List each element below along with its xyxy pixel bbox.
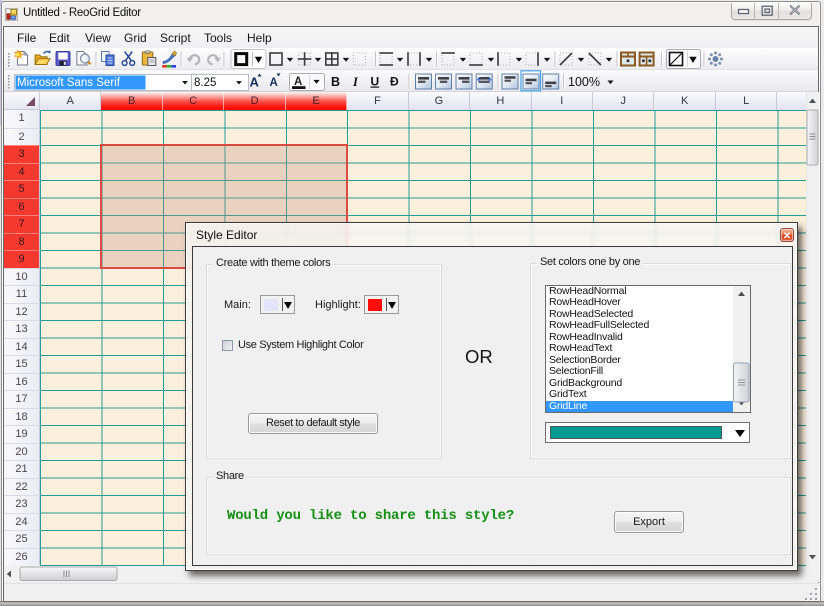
svg-text:A: A — [270, 77, 278, 89]
svg-text:Đ: Đ — [390, 75, 399, 89]
svg-text:A: A — [294, 76, 302, 88]
svg-text:100%: 100% — [568, 75, 600, 89]
svg-text:I: I — [352, 75, 359, 89]
svg-text:B: B — [331, 75, 340, 89]
svg-text:A: A — [250, 75, 260, 90]
svg-text:Microsoft Sans Serif: Microsoft Sans Serif — [17, 77, 121, 89]
svg-text:8.25: 8.25 — [194, 77, 216, 89]
svg-text:U: U — [371, 75, 380, 89]
